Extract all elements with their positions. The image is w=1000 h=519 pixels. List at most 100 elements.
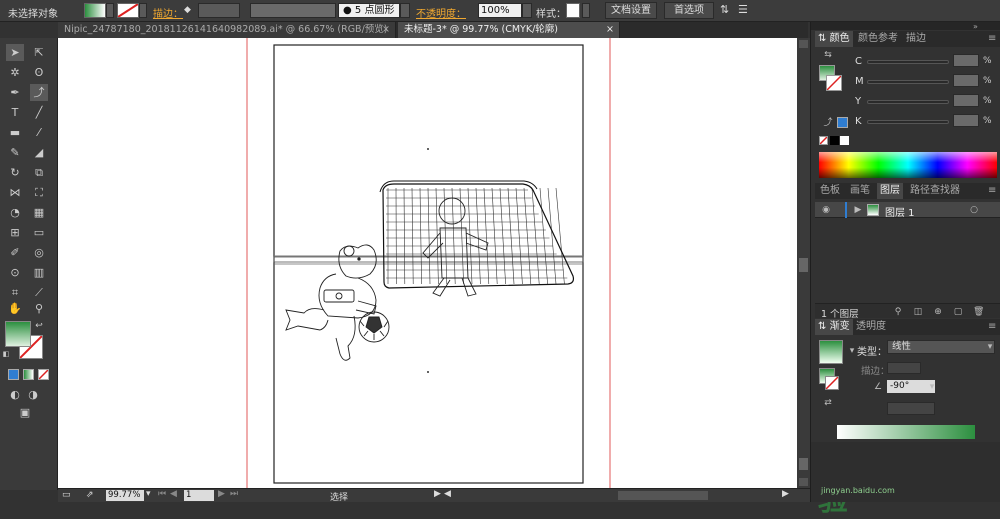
type-tool-icon[interactable]: T (6, 104, 24, 121)
out-of-gamut-icon[interactable]: ⤴ (823, 118, 833, 128)
stroke-label[interactable]: 描边： (153, 5, 183, 20)
close-icon[interactable]: × (606, 22, 614, 38)
pen-tool-icon[interactable]: ✒ (6, 84, 24, 101)
layer-name[interactable]: 图层 1 (885, 204, 915, 219)
none-swatch[interactable] (819, 136, 828, 145)
swap-fill-stroke-icon[interactable]: ⇆ (823, 50, 833, 60)
swap-colors-icon[interactable]: ↩ (34, 318, 44, 335)
gradient-preview-dropdown[interactable]: ▾ (847, 346, 857, 356)
panel-menu-icon[interactable]: ☰ (738, 3, 748, 16)
tab-brushes[interactable]: 画笔 (847, 183, 873, 199)
panel-menu-icon[interactable]: ≡ (985, 319, 999, 335)
stroke-swatch[interactable] (117, 3, 139, 18)
reverse-gradient-icon[interactable]: ⇄ (823, 398, 833, 408)
expand-arrow-icon[interactable]: ▶ (853, 205, 863, 215)
artboard-tool-icon[interactable]: ⌗ (6, 284, 24, 301)
direct-selection-tool-icon[interactable]: ⇱ (30, 44, 48, 61)
color-mode-icon[interactable] (8, 369, 19, 380)
channel-m-field[interactable] (953, 74, 979, 87)
shape-builder-tool-icon[interactable]: ◔ (6, 204, 24, 221)
doc-tab[interactable]: Nipic_24787180_20181126141640982089.ai* … (58, 22, 396, 38)
opacity-label[interactable]: 不透明度： (416, 5, 466, 20)
clipping-mask-icon[interactable]: ◫ (913, 307, 923, 317)
fill-color-front[interactable] (5, 321, 31, 347)
zoom-field[interactable]: 99.77% (106, 490, 144, 501)
tab-gradient[interactable]: ⇅ 渐变 (815, 319, 853, 335)
scroll-down-arrow[interactable] (799, 478, 808, 486)
opacity-field[interactable]: 100% (478, 3, 522, 18)
curvature-tool-icon[interactable]: ⤴ (30, 84, 48, 101)
new-sublayer-icon[interactable]: ⊕ (933, 307, 943, 317)
next-artboard-icon[interactable]: ▶ (218, 489, 225, 499)
eyedropper-tool-icon[interactable]: ✐ (6, 244, 24, 261)
style-dropdown[interactable] (582, 3, 590, 18)
stroke-width-field[interactable] (198, 3, 240, 18)
tab-color[interactable]: ⇅ 颜色 (815, 31, 853, 47)
eraser-tool-icon[interactable]: ◢ (30, 144, 48, 161)
width-tool-icon[interactable]: ⋈ (6, 184, 24, 201)
horizontal-scroll-thumb[interactable] (618, 491, 708, 500)
doc-tab-active[interactable]: 未标题-3* @ 99.77% (CMYK/轮廓) × (398, 22, 620, 38)
mesh-tool-icon[interactable]: ⊞ (6, 224, 24, 241)
slice-tool-icon[interactable]: ⟋ (30, 284, 48, 301)
opacity-dropdown[interactable] (522, 3, 532, 18)
draw-mode-icon[interactable]: ◐ (6, 386, 24, 403)
brush-definition[interactable]: ● 5 点圆形 (338, 3, 400, 18)
gradient-slider[interactable] (837, 425, 975, 439)
symbol-sprayer-tool-icon[interactable]: ⊙ (6, 264, 24, 281)
color-spectrum[interactable] (819, 152, 997, 178)
fill-swatch[interactable] (84, 3, 106, 18)
tab-pathfinder[interactable]: 路径查找器 (907, 183, 963, 199)
scroll-lower-thumb[interactable] (799, 458, 808, 470)
aspect-ratio-field[interactable] (887, 402, 935, 415)
magic-wand-tool-icon[interactable]: ✲ (6, 64, 24, 81)
angle-dropdown-icon[interactable]: ▾ (927, 382, 937, 392)
preferences-button[interactable]: 首选项 (664, 2, 714, 19)
collapse-dock-icon[interactable]: » (973, 22, 978, 31)
color-panel-stroke[interactable] (826, 75, 842, 91)
select-dropdown-icon[interactable]: ▾ (985, 342, 995, 352)
rotate-tool-icon[interactable]: ↻ (6, 164, 24, 181)
channel-y-slider[interactable] (867, 100, 949, 104)
gradient-type-select[interactable]: 线性 (887, 340, 995, 354)
prev-artboard-icon[interactable]: ◀ (170, 489, 177, 499)
channel-c-field[interactable] (953, 54, 979, 67)
last-artboard-icon[interactable]: ⏭ (230, 489, 238, 499)
tab-stroke[interactable]: 描边 (903, 31, 929, 47)
stroke-gradient-options[interactable] (887, 362, 921, 374)
scroll-up-arrow[interactable] (799, 40, 808, 48)
shaper-tool-icon[interactable]: ✎ (6, 144, 24, 161)
brush-dropdown[interactable] (400, 3, 410, 18)
artboard-number-field[interactable]: 1 (184, 490, 214, 501)
tab-swatches[interactable]: 色板 (817, 183, 843, 199)
draw-behind-icon[interactable]: ◑ (24, 386, 42, 403)
column-graph-tool-icon[interactable]: ▥ (30, 264, 48, 281)
arrange-icon[interactable]: ⇅ (720, 3, 729, 16)
stroke-width-stepper[interactable]: ◆ (184, 5, 191, 15)
none-mode-icon[interactable] (38, 369, 49, 380)
channel-c-slider[interactable] (867, 60, 949, 64)
line-tool-icon[interactable]: ╱ (30, 104, 48, 121)
trash-icon[interactable]: 🗑 (973, 307, 983, 317)
panel-menu-icon[interactable]: ≡ (985, 183, 999, 199)
selection-tool-icon[interactable]: ➤ (6, 44, 24, 61)
gradient-mode-icon[interactable] (23, 369, 34, 380)
gradient-tool-icon[interactable]: ▭ (30, 224, 48, 241)
tab-transparency[interactable]: 透明度 (853, 319, 889, 335)
fill-dropdown[interactable] (106, 3, 114, 18)
status-menu-icon[interactable]: ▶ (434, 489, 441, 499)
gradient-preview[interactable] (819, 340, 843, 364)
hscroll-right-icon[interactable]: ▶ (782, 489, 789, 499)
canvas-vertical-scrollbar[interactable] (797, 38, 810, 490)
channel-y-field[interactable] (953, 94, 979, 107)
artboard-nav-icon[interactable]: ▭ (62, 490, 71, 500)
locate-object-icon[interactable]: ⚲ (893, 307, 903, 317)
free-transform-tool-icon[interactable]: ⛶ (30, 184, 48, 201)
zoom-tool-icon[interactable]: ⚲ (30, 300, 48, 317)
channel-k-field[interactable] (953, 114, 979, 127)
first-artboard-icon[interactable]: ⏮ (158, 489, 166, 499)
close-icon[interactable]: × (382, 22, 390, 38)
document-setup-button[interactable]: 文档设置 (605, 2, 657, 19)
tab-color-guide[interactable]: 颜色参考 (855, 31, 901, 47)
channel-k-slider[interactable] (867, 120, 949, 124)
